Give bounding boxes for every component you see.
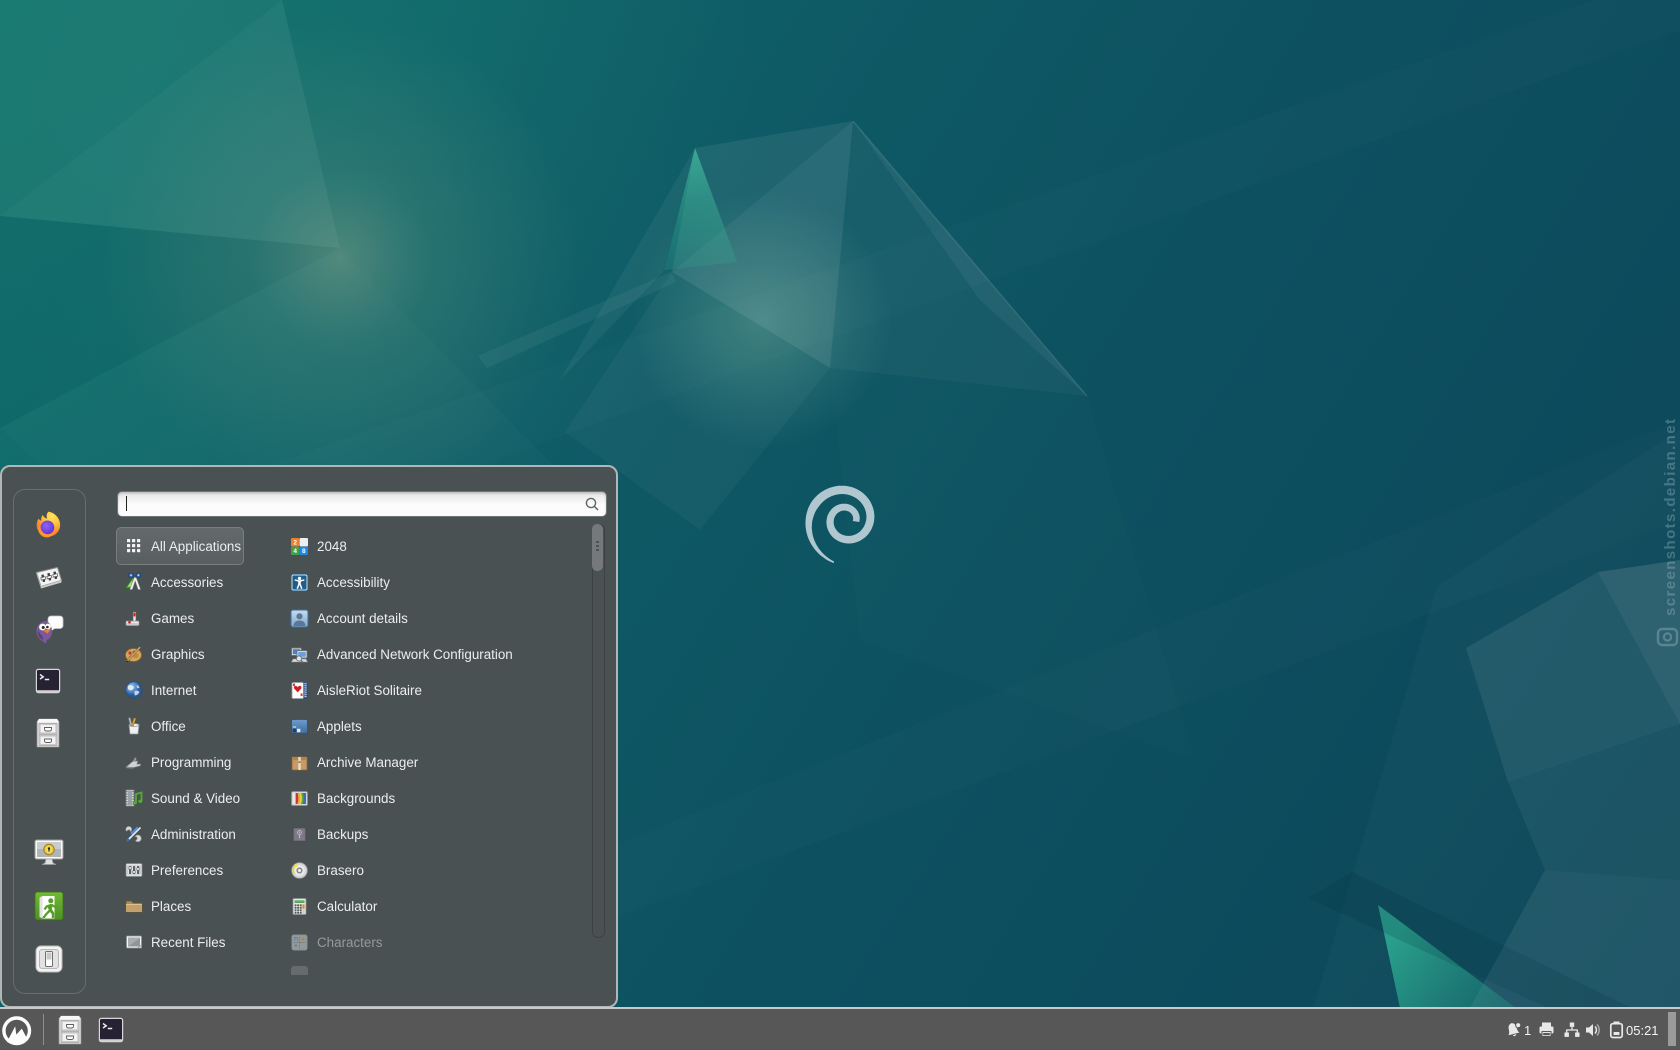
svg-text:2: 2	[293, 539, 297, 546]
svg-text:8: 8	[302, 548, 306, 555]
svg-text:+: +	[294, 943, 297, 949]
svg-text:screenshots.debian.net: screenshots.debian.net	[1662, 418, 1679, 616]
svg-text:4: 4	[293, 548, 297, 555]
svg-text:П: П	[294, 937, 298, 943]
